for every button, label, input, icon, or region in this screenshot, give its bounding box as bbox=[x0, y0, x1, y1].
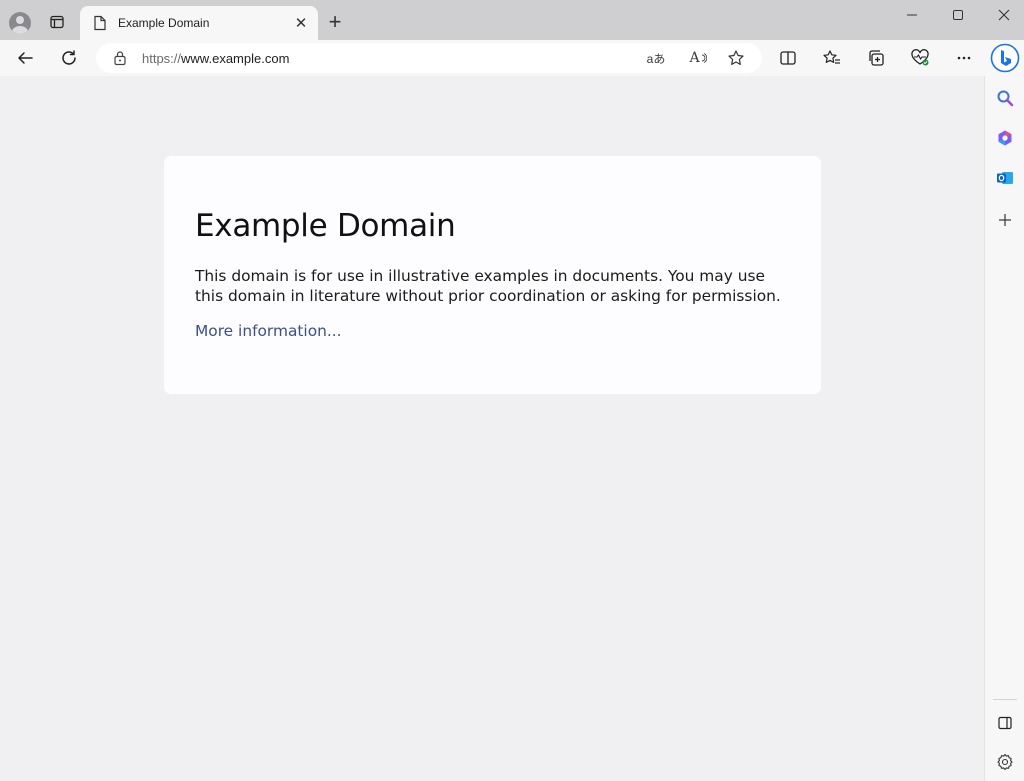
maximize-button[interactable] bbox=[935, 0, 981, 30]
outlook-icon[interactable] bbox=[991, 164, 1019, 192]
split-screen-icon[interactable] bbox=[774, 44, 802, 72]
page-icon bbox=[92, 15, 108, 31]
edge-sidebar bbox=[984, 76, 1024, 781]
navigation-toolbar: https://www.example.com aあ A bbox=[0, 40, 1024, 76]
browser-essentials-icon[interactable] bbox=[906, 44, 934, 72]
new-tab-button[interactable]: + bbox=[322, 9, 348, 35]
page-viewport: Example Domain This domain is for use in… bbox=[0, 76, 984, 781]
read-aloud-icon[interactable]: A bbox=[684, 44, 712, 72]
bing-copilot-icon[interactable] bbox=[990, 43, 1020, 73]
tab-title: Example Domain bbox=[118, 16, 210, 30]
translate-icon[interactable]: aあ bbox=[642, 44, 670, 72]
add-icon[interactable] bbox=[991, 206, 1019, 234]
microsoft365-icon[interactable] bbox=[991, 124, 1019, 152]
url-host: www.example.com bbox=[181, 50, 290, 66]
minimize-button[interactable] bbox=[889, 0, 935, 30]
search-icon[interactable] bbox=[991, 84, 1019, 112]
page-description: This domain is for use in illustrative e… bbox=[195, 267, 781, 305]
hide-sidebar-icon[interactable] bbox=[991, 709, 1019, 737]
page-title: Example Domain bbox=[195, 208, 456, 244]
content-card: Example Domain This domain is for use in… bbox=[164, 156, 821, 394]
read-aloud-label: A bbox=[689, 50, 700, 66]
address-bar[interactable]: https://www.example.com aあ A bbox=[96, 43, 762, 73]
more-icon[interactable] bbox=[950, 44, 978, 72]
tab-example-domain[interactable]: Example Domain ✕ bbox=[80, 6, 318, 40]
star-icon[interactable] bbox=[722, 44, 750, 72]
back-arrow-icon[interactable] bbox=[11, 44, 39, 72]
favorites-icon[interactable] bbox=[818, 44, 846, 72]
close-window-button[interactable] bbox=[981, 0, 1024, 30]
site-info-icon[interactable] bbox=[112, 50, 128, 66]
close-tab-icon[interactable]: ✕ bbox=[290, 12, 312, 34]
settings-icon[interactable] bbox=[991, 748, 1019, 776]
title-bar: Example Domain ✕ + bbox=[0, 0, 1024, 40]
refresh-icon[interactable] bbox=[55, 44, 83, 72]
url-scheme: https:// bbox=[142, 50, 182, 66]
collections-icon[interactable] bbox=[862, 44, 890, 72]
avatar-icon[interactable] bbox=[6, 9, 34, 37]
more-information-link[interactable]: More information... bbox=[195, 322, 342, 340]
sidebar-divider bbox=[993, 699, 1017, 700]
tab-actions-icon[interactable] bbox=[44, 9, 70, 35]
